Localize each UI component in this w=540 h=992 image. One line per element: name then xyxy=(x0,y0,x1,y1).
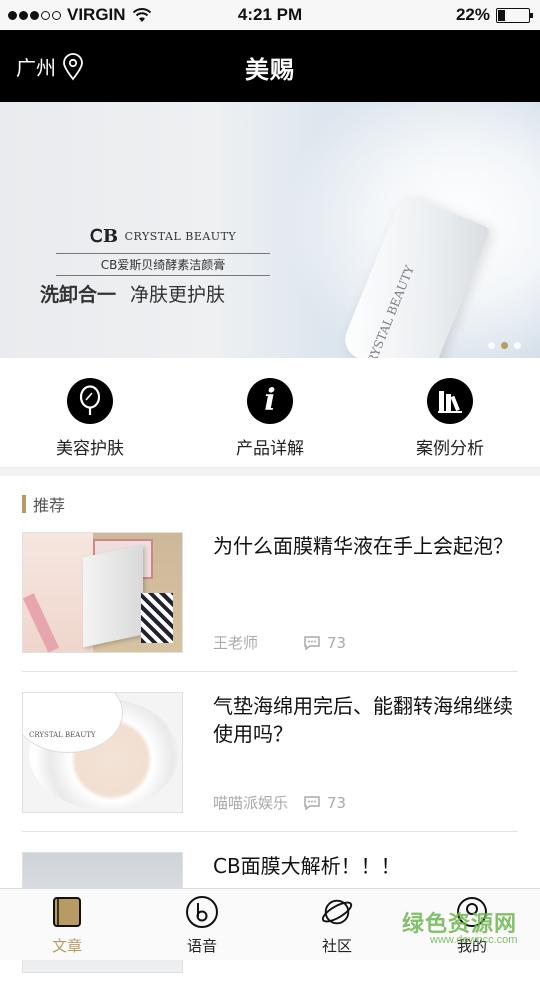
banner-brand: ꓚB CRYSTAL BEAUTY CB爱斯贝绮酵素洁颜膏 xyxy=(56,226,270,276)
section-title: 推荐 xyxy=(33,496,66,515)
article-thumbnail xyxy=(22,532,183,653)
planet-icon xyxy=(320,895,354,929)
page-dot[interactable] xyxy=(514,342,521,349)
tab-articles[interactable]: 文章 xyxy=(17,895,117,956)
section-header: 推荐 xyxy=(22,492,65,516)
article-author: 王老师 xyxy=(213,634,259,652)
page-dot[interactable] xyxy=(488,342,495,349)
comment-count: 73 xyxy=(327,793,347,812)
promo-banner[interactable]: CRYSTAL BEAUTY ꓚB CRYSTAL BEAUTY CB爱斯贝绮酵… xyxy=(0,102,540,358)
article-meta: 喵喵派娱乐 73 xyxy=(213,792,346,813)
banner-page-indicator[interactable] xyxy=(488,342,521,349)
notebook-icon xyxy=(50,895,84,929)
comment-icon xyxy=(304,795,320,810)
battery-icon xyxy=(496,7,533,23)
tab-label: 文章 xyxy=(51,937,82,955)
mirror-icon xyxy=(67,378,113,424)
quick-menu-label: 产品详解 xyxy=(236,439,304,459)
page-dot-active[interactable] xyxy=(501,342,508,349)
info-icon: i xyxy=(247,378,293,424)
books-icon xyxy=(427,378,473,424)
banner-slogan: 洗卸合一 净肤更护肤 xyxy=(40,280,225,307)
article-title: 气垫海绵用完后、能翻转海绵继续使用吗？ xyxy=(213,694,513,746)
article-item[interactable]: 为什么面膜精华液在手上会起泡？ 王老师 73 xyxy=(22,532,518,672)
article-thumbnail: CRYSTAL BEAUTY xyxy=(22,692,183,813)
tab-label: 语音 xyxy=(186,937,217,955)
article-title: CB面膜大解析！！！ xyxy=(213,854,401,878)
quick-menu-cases[interactable]: 案例分析 xyxy=(390,378,510,459)
tab-label: 社区 xyxy=(321,937,352,955)
watermark-url: www.downcc.com xyxy=(430,934,518,946)
tab-voice[interactable]: 语音 xyxy=(152,895,252,956)
product-name: CB爱斯贝绮酵素洁颜膏 xyxy=(56,253,270,276)
slogan-primary: 洗卸合一 xyxy=(40,284,117,306)
quick-menu-label: 美容护肤 xyxy=(56,439,124,459)
quick-menu-beauty[interactable]: 美容护肤 xyxy=(30,378,150,459)
section-divider xyxy=(0,468,540,476)
article-meta: 王老师 73 xyxy=(213,632,346,653)
brand-name: CRYSTAL BEAUTY xyxy=(124,230,237,243)
quick-menu: 美容护肤 i 产品详解 案例分析 xyxy=(0,358,540,468)
comment-count: 73 xyxy=(327,633,347,652)
article-author: 喵喵派娱乐 xyxy=(213,794,289,812)
section-accent-bar xyxy=(22,495,26,513)
page-title: 美赐 xyxy=(245,56,295,84)
voice-icon xyxy=(185,895,219,929)
battery-percent: 22% xyxy=(455,5,490,24)
article-title: 为什么面膜精华液在手上会起泡？ xyxy=(213,534,513,558)
quick-menu-label: 案例分析 xyxy=(416,439,484,459)
article-comments: 73 xyxy=(303,794,346,812)
nav-bar: 广州 美赐 xyxy=(0,30,540,102)
slogan-secondary: 净肤更护肤 xyxy=(130,284,226,306)
status-right: 22% xyxy=(455,5,533,25)
article-item[interactable]: CRYSTAL BEAUTY 气垫海绵用完后、能翻转海绵继续使用吗？ 喵喵派娱乐… xyxy=(22,692,518,832)
comment-icon xyxy=(304,635,320,650)
brand-logo: ꓚB CRYSTAL BEAUTY xyxy=(89,226,237,247)
status-bar: VIRGIN 4:21 PM 22% xyxy=(0,0,540,30)
quick-menu-products[interactable]: i 产品详解 xyxy=(210,378,330,459)
article-comments: 73 xyxy=(303,634,346,652)
tab-community[interactable]: 社区 xyxy=(287,895,387,956)
